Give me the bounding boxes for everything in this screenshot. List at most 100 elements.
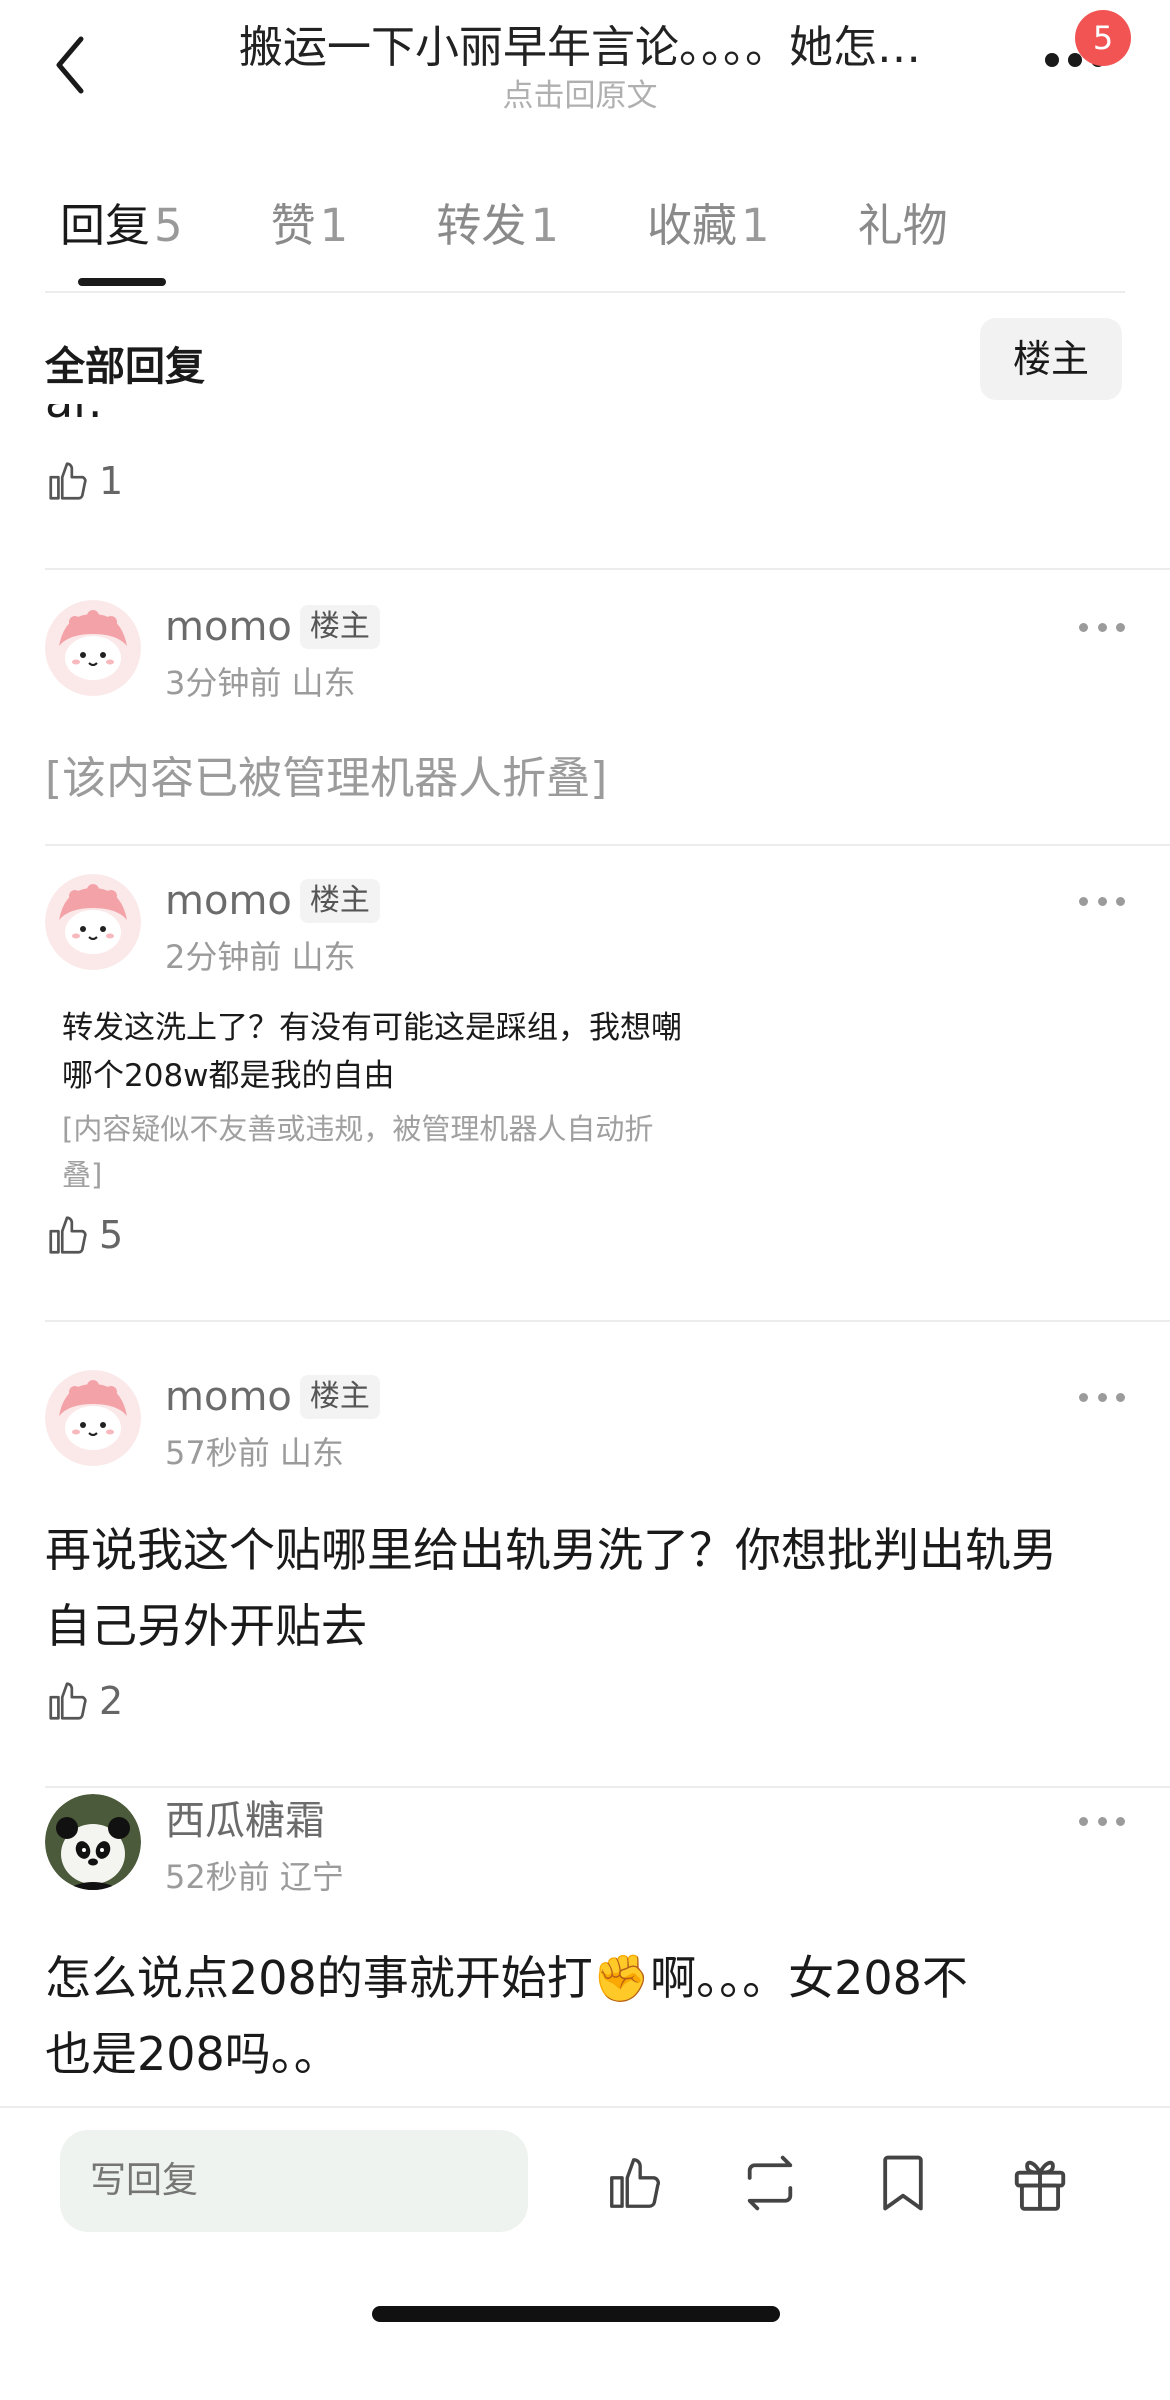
- note-line: 叠]: [62, 1158, 103, 1192]
- location: 辽宁: [279, 1858, 344, 1896]
- comment-meta: 52秒前 辽宁: [165, 1852, 344, 1898]
- tab-label: 回复: [60, 199, 151, 252]
- tab-count: 5: [154, 199, 183, 252]
- timestamp: 3分钟前: [165, 664, 282, 702]
- comment-list[interactable]: ar. 1 momo楼主 3分钟前 山东 [该内容已被管理机器人折叠]: [0, 404, 1170, 2144]
- username[interactable]: momo 楼主: [165, 876, 380, 926]
- more-icon[interactable]: [1079, 1390, 1125, 1404]
- home-indicator[interactable]: [372, 2306, 780, 2322]
- tab-count: 1: [319, 199, 349, 252]
- tab-count: 1: [530, 199, 559, 252]
- collapsed-notice[interactable]: [该内容已被管理机器人折叠]: [45, 742, 607, 806]
- gift-icon: [1014, 2160, 1066, 2211]
- comment-header: momo 楼主 2分钟前 山东: [45, 874, 1125, 976]
- comment-line: 再说我这个贴哪里给出轨男洗了？你想批判出轨男: [45, 1523, 1057, 1577]
- like-button[interactable]: 2: [45, 1678, 123, 1724]
- tab-gifts[interactable]: 礼物: [858, 196, 948, 266]
- tab-likes[interactable]: 赞1: [271, 196, 349, 266]
- thumbs-up-icon: [49, 462, 87, 500]
- username-text: momo: [165, 1374, 292, 1420]
- comment-body: 怎么说点208的事就开始打✊啊。。。女208不 也是208吗。。: [45, 1940, 1125, 2092]
- location: 山东: [291, 664, 356, 702]
- thumbs-up-icon: [49, 1682, 87, 1720]
- comment-header: momo 楼主 3分钟前 山东: [45, 600, 1125, 702]
- location: 山东: [291, 938, 356, 976]
- owner-tag: 楼主: [299, 879, 380, 923]
- bookmark-button[interactable]: [868, 2148, 938, 2218]
- all-replies-label: 全部回复: [45, 344, 205, 390]
- comment-meta: 57秒前 山东: [165, 1428, 344, 1474]
- comment-line: 也是208吗。。: [45, 2027, 340, 2081]
- like-button[interactable]: 5: [45, 1212, 123, 1258]
- more-icon[interactable]: [1079, 1814, 1125, 1828]
- location: 山东: [279, 1434, 344, 1472]
- comment-meta: 2分钟前 山东: [165, 932, 356, 978]
- comment-line: 自己另外开贴去: [45, 1599, 367, 1653]
- quote-line: 转发这洗上了？有没有可能这是踩组，我想嘲: [62, 1010, 682, 1046]
- tab-label: 转发: [436, 199, 527, 252]
- divider: [45, 844, 1170, 846]
- like-count: 2: [99, 1679, 124, 1723]
- comment-meta: 3分钟前 山东: [165, 658, 356, 704]
- quoted-image-note: [内容疑似不友善或违规，被管理机器人自动折 叠]: [62, 1106, 702, 1198]
- header: 搬运一下小丽早年言论。。。。她怎… 点击回原文 5: [0, 0, 1170, 140]
- reply-input[interactable]: [60, 2130, 528, 2232]
- gift-button[interactable]: [1005, 2148, 1075, 2218]
- repost-icon: [747, 2155, 793, 2211]
- owner-only-button[interactable]: 楼主: [980, 318, 1122, 400]
- comment-header: momo 楼主 57秒前 山东: [45, 1370, 1125, 1472]
- like-post-button[interactable]: [600, 2148, 670, 2218]
- back-to-original-link[interactable]: 点击回原文: [180, 78, 980, 114]
- username-text: momo: [165, 878, 292, 924]
- thumbs-up-icon: [49, 1216, 87, 1254]
- avatar[interactable]: [45, 1794, 141, 1890]
- tab-count: 1: [740, 199, 770, 252]
- title-block[interactable]: 搬运一下小丽早年言论。。。。她怎… 点击回原文: [180, 18, 980, 114]
- bookmark-icon: [883, 2155, 923, 2211]
- avatar[interactable]: [45, 874, 141, 970]
- back-arrow-icon: [56, 36, 84, 94]
- more-icon[interactable]: [1079, 894, 1125, 908]
- timestamp: 52秒前: [165, 1858, 270, 1896]
- notification-badge: 5: [1075, 10, 1131, 66]
- bottom-action-bar: [0, 2106, 1170, 2400]
- quote-line: 哪个208w都是我的自由: [62, 1058, 395, 1094]
- partial-comment-text: ar.: [45, 404, 103, 428]
- username[interactable]: momo 楼主: [165, 1372, 380, 1422]
- divider: [45, 1786, 1170, 1788]
- avatar[interactable]: [45, 1370, 141, 1466]
- timestamp: 2分钟前: [165, 938, 282, 976]
- divider: [45, 291, 1125, 293]
- divider: [45, 568, 1170, 570]
- tab-label: 礼物: [857, 199, 948, 252]
- back-button[interactable]: [40, 30, 100, 100]
- owner-tag: 楼主: [299, 1375, 380, 1419]
- active-tab-indicator: [78, 278, 166, 286]
- quoted-image-text: 转发这洗上了？有没有可能这是踩组，我想嘲 哪个208w都是我的自由: [62, 1004, 742, 1100]
- repost-button[interactable]: [735, 2148, 805, 2218]
- divider: [45, 1320, 1170, 1322]
- avatar[interactable]: [45, 600, 141, 696]
- note-line: [内容疑似不友善或违规，被管理机器人自动折: [62, 1112, 654, 1146]
- more-icon[interactable]: [1079, 620, 1125, 634]
- tab-reposts[interactable]: 转发1: [436, 196, 559, 266]
- username-text: momo: [165, 604, 292, 650]
- username[interactable]: 西瓜糖霜: [165, 1796, 325, 1846]
- username[interactable]: momo 楼主: [165, 602, 380, 652]
- comment-header: 西瓜糖霜 52秒前 辽宁: [45, 1794, 1125, 1896]
- filter-row: 全部回复 楼主: [0, 312, 1170, 404]
- tab-label: 赞: [270, 199, 316, 252]
- thumbs-up-icon: [610, 2158, 660, 2208]
- like-button[interactable]: 1: [45, 458, 123, 504]
- tab-bar: 回复5 赞1 转发1 收藏1 礼物: [60, 196, 1036, 266]
- timestamp: 57秒前: [165, 1434, 270, 1472]
- owner-tag: 楼主: [299, 605, 380, 649]
- like-count: 1: [99, 459, 124, 503]
- tab-replies[interactable]: 回复5: [60, 196, 183, 266]
- comment-body: 再说我这个贴哪里给出轨男洗了？你想批判出轨男 自己另外开贴去: [45, 1512, 1125, 1664]
- comment-line: 怎么说点208的事就开始打✊啊。。。女208不: [45, 1951, 968, 2005]
- like-count: 5: [99, 1213, 124, 1257]
- post-title[interactable]: 搬运一下小丽早年言论。。。。她怎…: [180, 18, 980, 78]
- tab-favorites[interactable]: 收藏1: [647, 196, 770, 266]
- tab-label: 收藏: [646, 199, 737, 252]
